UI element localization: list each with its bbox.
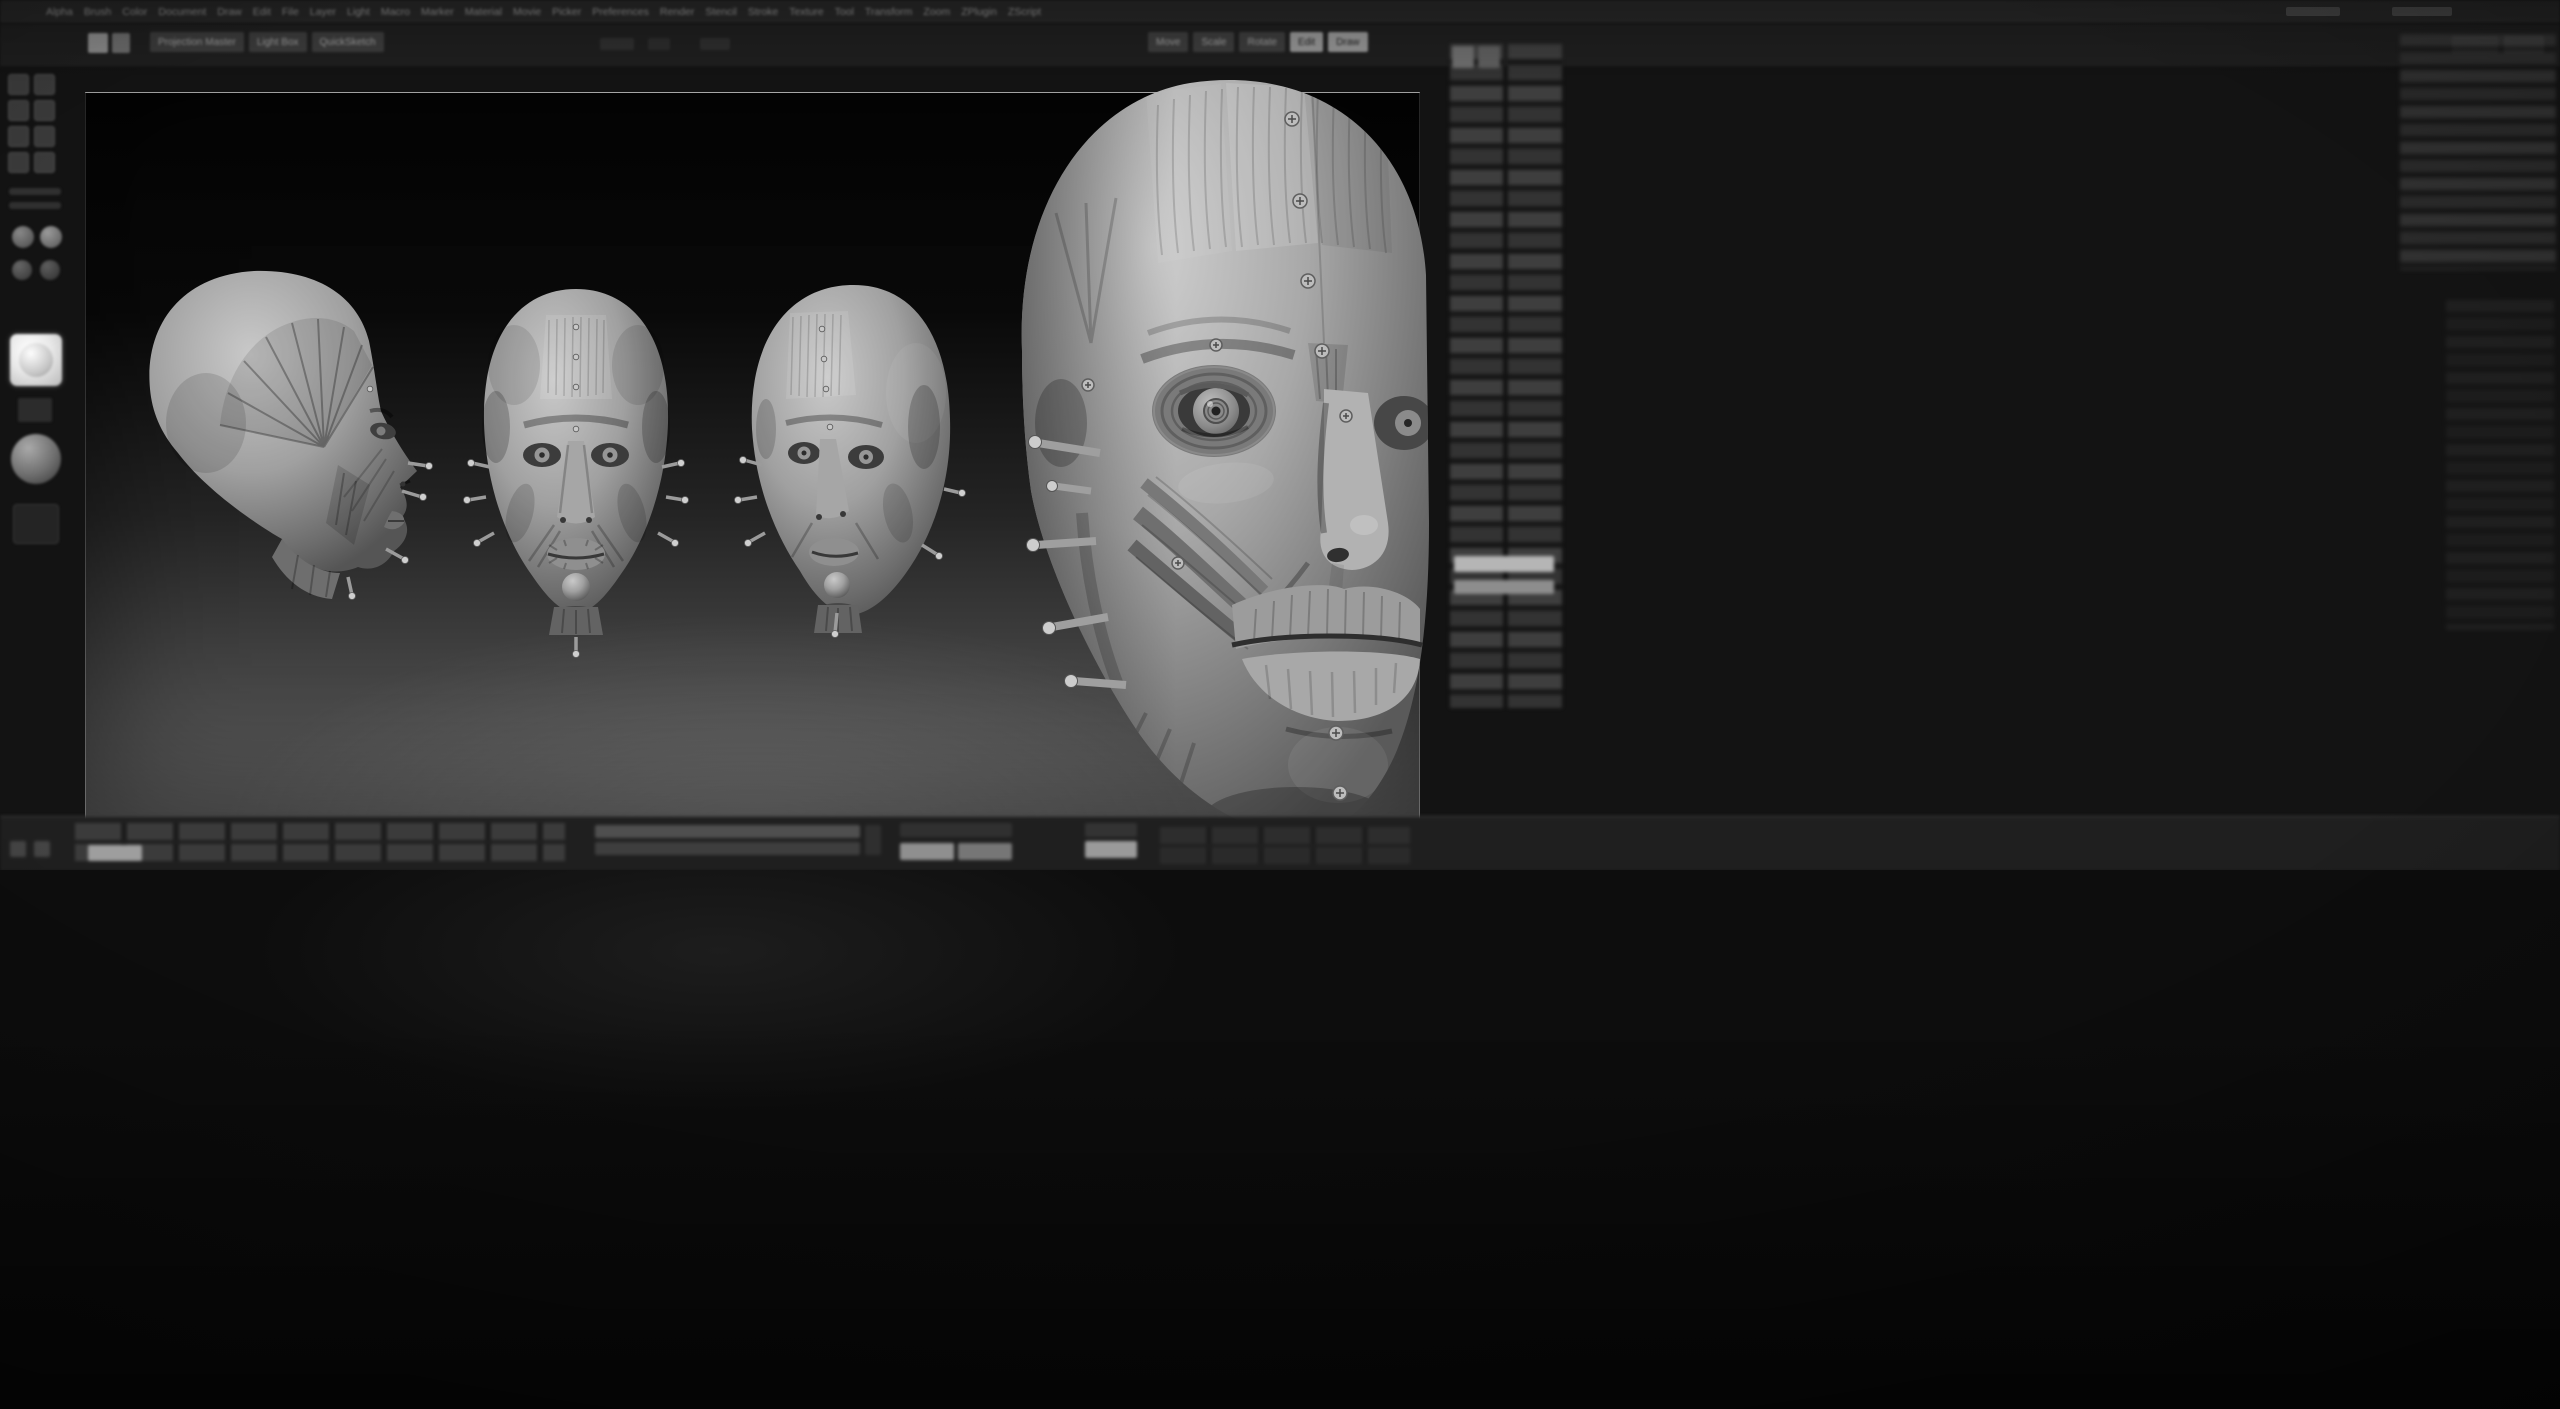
shelf-widget[interactable] xyxy=(10,841,26,857)
bottom-shelf xyxy=(0,816,2560,871)
menu-item[interactable]: Preferences xyxy=(592,6,649,18)
shelf-button[interactable]: Rotate xyxy=(1239,32,1285,52)
lower-tray-void xyxy=(0,870,2560,1409)
right-tray[interactable] xyxy=(1450,44,1564,708)
tray-icon[interactable] xyxy=(1478,46,1500,68)
color-swatch-icon[interactable] xyxy=(12,226,34,248)
material-sphere-thumbnail[interactable] xyxy=(11,434,61,484)
shelf-widget[interactable] xyxy=(865,825,881,855)
menu-right-item[interactable] xyxy=(2392,7,2452,16)
shelf-left-group: Projection Master Light Box QuickSketch xyxy=(150,32,384,52)
menu-item[interactable]: Picker xyxy=(552,6,581,18)
tray-icon[interactable] xyxy=(8,126,29,147)
tray-icon[interactable] xyxy=(34,74,55,95)
shelf-button[interactable]: Move xyxy=(1148,32,1189,52)
menu-item[interactable]: Alpha xyxy=(46,6,73,18)
shelf-right-group: Move Scale Rotate Edit Draw xyxy=(1148,32,1368,52)
menu-item[interactable]: Stencil xyxy=(705,6,737,18)
shelf-widget[interactable] xyxy=(1085,823,1137,837)
far-right-panel-lower[interactable] xyxy=(2446,300,2554,630)
shelf-widget[interactable] xyxy=(700,38,730,50)
shelf-widget[interactable] xyxy=(600,38,634,50)
right-tray-buttons[interactable] xyxy=(1508,44,1562,708)
menu-item[interactable]: Document xyxy=(158,6,206,18)
brush-sphere-icon xyxy=(19,343,53,377)
color-swatch-icon[interactable] xyxy=(40,226,62,248)
menu-right-item[interactable] xyxy=(2286,7,2340,16)
bottom-button[interactable] xyxy=(958,843,1012,860)
tray-button-active[interactable] xyxy=(1454,556,1554,572)
menu-item[interactable]: Movie xyxy=(513,6,541,18)
zbrush-window: Alpha Brush Color Document Draw Edit File Layer… xyxy=(0,0,2560,1409)
menu-item[interactable]: Stroke xyxy=(748,6,778,18)
menu-item[interactable]: Draw xyxy=(217,6,242,18)
tray-icon[interactable] xyxy=(34,126,55,147)
menu-items: Alpha Brush Color Document Draw Edit File Layer… xyxy=(46,6,1041,18)
shelf-widget[interactable] xyxy=(648,38,670,50)
tray-slider[interactable] xyxy=(9,188,61,195)
right-tray-buttons[interactable] xyxy=(1450,44,1503,708)
menu-item[interactable]: Render xyxy=(660,6,694,18)
gradient-swatch-icon[interactable] xyxy=(40,260,60,280)
texture-slot[interactable] xyxy=(13,504,59,544)
shelf-button[interactable]: Edit xyxy=(1289,32,1324,52)
bottom-button-row[interactable] xyxy=(1160,847,1410,864)
sculpt-canvas[interactable] xyxy=(85,80,1429,836)
tray-icon[interactable] xyxy=(34,152,55,173)
shelf-button[interactable]: Scale xyxy=(1193,32,1235,52)
menu-bar: Alpha Brush Color Document Draw Edit File Layer… xyxy=(0,0,2560,24)
shelf-button[interactable]: Projection Master xyxy=(150,32,244,52)
ecorche-head-side-profile[interactable] xyxy=(149,270,433,600)
menu-item[interactable]: File xyxy=(282,6,299,18)
bottom-slider[interactable] xyxy=(595,842,860,855)
shelf-button[interactable]: Draw xyxy=(1328,32,1368,52)
tray-icon[interactable] xyxy=(1452,46,1474,68)
left-tray xyxy=(4,66,74,826)
bottom-button-row[interactable] xyxy=(75,823,565,840)
shelf-button[interactable]: QuickSketch xyxy=(311,32,384,52)
stroke-thumbnail[interactable] xyxy=(18,398,52,422)
tray-icon[interactable] xyxy=(34,100,55,121)
menu-item[interactable]: Transform xyxy=(865,6,912,18)
shelf-button[interactable]: Light Box xyxy=(248,32,307,52)
tray-button[interactable] xyxy=(1454,580,1554,594)
current-brush-thumbnail[interactable] xyxy=(10,334,62,386)
bottom-slider[interactable] xyxy=(595,825,860,838)
tool-icon-button[interactable] xyxy=(112,33,130,53)
tray-slider[interactable] xyxy=(9,202,61,209)
menu-item[interactable]: Zoom xyxy=(923,6,950,18)
menu-item[interactable]: ZPlugin xyxy=(961,6,997,18)
shelf-widget[interactable] xyxy=(900,823,1012,837)
bottom-button-active[interactable] xyxy=(88,845,142,861)
top-shelf: Projection Master Light Box QuickSketch Mo… xyxy=(0,24,2560,67)
ecorche-head-front[interactable] xyxy=(463,289,689,658)
ecorche-head-three-quarter[interactable] xyxy=(734,284,966,638)
bottom-button-active[interactable] xyxy=(900,843,954,860)
menu-item[interactable]: ZScript xyxy=(1008,6,1041,18)
bottom-button-row[interactable] xyxy=(1160,827,1410,844)
bottom-button-active[interactable] xyxy=(1085,841,1137,858)
bottom-button-row[interactable] xyxy=(75,844,565,861)
menu-item[interactable]: Layer xyxy=(310,6,336,18)
tray-icon[interactable] xyxy=(8,74,29,95)
gradient-swatch-icon[interactable] xyxy=(12,260,32,280)
menu-item[interactable]: Tool xyxy=(835,6,854,18)
menu-item[interactable]: Light xyxy=(347,6,370,18)
menu-item[interactable]: Macro xyxy=(381,6,410,18)
menu-item[interactable]: Edit xyxy=(253,6,271,18)
far-right-panel[interactable] xyxy=(2400,34,2556,270)
tray-icon[interactable] xyxy=(8,100,29,121)
menu-item[interactable]: Color xyxy=(122,6,147,18)
tray-icon[interactable] xyxy=(8,152,29,173)
menu-item[interactable]: Marker xyxy=(421,6,454,18)
menu-item[interactable]: Brush xyxy=(84,6,111,18)
shelf-widget[interactable] xyxy=(34,841,50,857)
tool-icon-button[interactable] xyxy=(88,33,108,53)
menu-item[interactable]: Material xyxy=(465,6,502,18)
menu-item[interactable]: Texture xyxy=(789,6,823,18)
viewport-3d xyxy=(149,80,1434,843)
ecorche-head-closeup[interactable] xyxy=(1021,80,1434,843)
